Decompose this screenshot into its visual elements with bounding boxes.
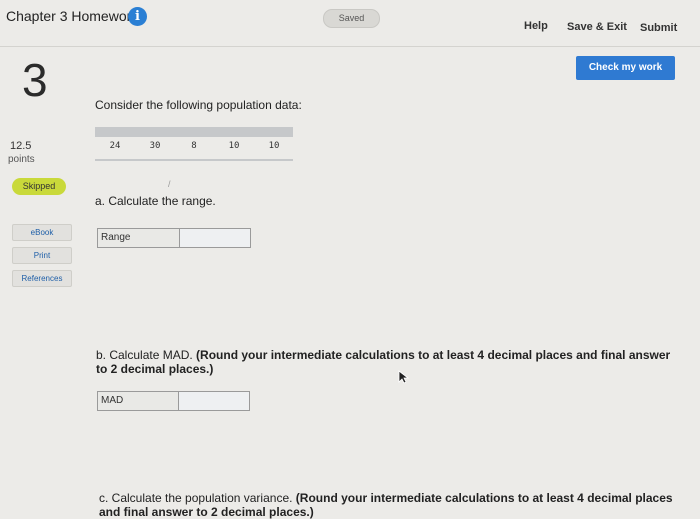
references-button[interactable]: References: [12, 270, 72, 287]
question-number: 3: [22, 54, 48, 106]
part-c-text: c. Calculate the population variance.: [99, 491, 296, 505]
part-b-text: b. Calculate MAD.: [96, 348, 197, 362]
data-row: 24 30 8 10 10: [95, 137, 293, 161]
print-button[interactable]: Print: [12, 247, 72, 264]
stray-mark: /: [168, 179, 171, 189]
status-badge: Skipped: [12, 178, 66, 195]
app-title: Chapter 3 Homework: [6, 8, 139, 24]
check-my-work-button[interactable]: Check my work: [576, 56, 675, 80]
mad-answer-row: MAD: [97, 391, 250, 411]
points-value: 12.5: [10, 140, 32, 152]
data-cell: 24: [109, 141, 121, 151]
part-b-question: b. Calculate MAD. (Round your intermedia…: [96, 348, 676, 376]
mad-label: MAD: [98, 392, 179, 410]
help-link[interactable]: Help: [524, 20, 548, 32]
data-cell: 10: [228, 141, 240, 151]
part-c-question: c. Calculate the population variance. (R…: [99, 491, 679, 519]
data-cell: 8: [191, 141, 197, 151]
data-cell: 10: [268, 141, 280, 151]
points-label: points: [8, 154, 35, 165]
submit-button[interactable]: Submit: [640, 22, 677, 34]
header-divider: [0, 46, 700, 47]
mad-input[interactable]: [179, 392, 249, 410]
data-cell: 30: [149, 141, 161, 151]
range-label: Range: [98, 229, 180, 247]
mouse-cursor-icon: [398, 370, 410, 389]
saved-status: Saved: [323, 9, 380, 28]
part-a-question: a. Calculate the range.: [95, 194, 216, 208]
info-icon[interactable]: i: [128, 7, 147, 26]
range-input[interactable]: [180, 229, 250, 247]
range-answer-row: Range: [97, 228, 251, 248]
data-table: 24 30 8 10 10: [95, 127, 293, 161]
save-exit-link[interactable]: Save & Exit: [567, 21, 627, 33]
question-prompt: Consider the following population data:: [95, 98, 302, 112]
data-table-header: [95, 127, 293, 137]
ebook-button[interactable]: eBook: [12, 224, 72, 241]
